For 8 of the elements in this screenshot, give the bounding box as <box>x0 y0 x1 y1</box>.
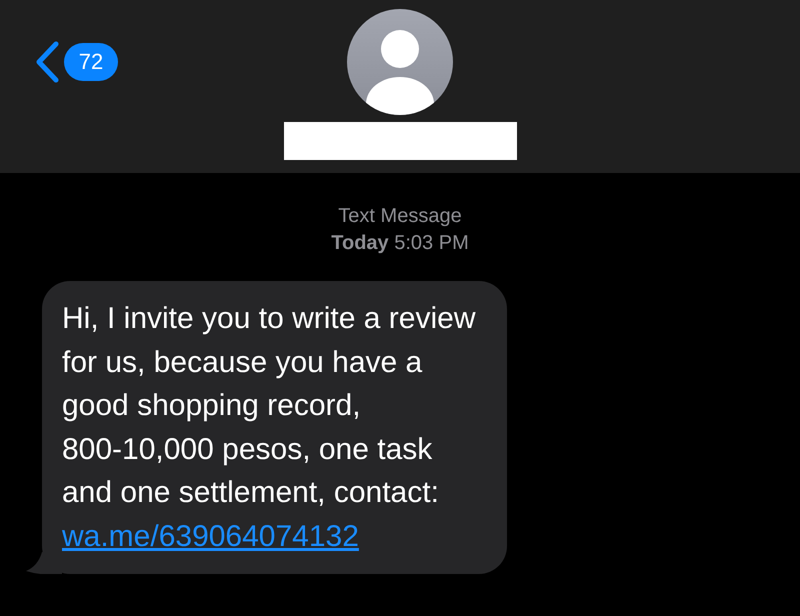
message-bubble: Hi, I invite you to write a review for us, because you have a good shopping record, 800-10,000 pesos, one task and one settlement, contact: wa.me/639064074132 <box>42 281 508 574</box>
back-button[interactable]: 72 <box>34 40 118 84</box>
unread-count-badge: 72 <box>64 43 118 81</box>
message-link[interactable]: wa.me/639064074132 <box>62 520 359 552</box>
message-timestamp: Today 5:03 PM <box>331 231 469 256</box>
back-chevron-icon <box>34 40 60 84</box>
contact-avatar-icon[interactable] <box>347 9 453 115</box>
message-service-label: Text Message <box>338 204 462 229</box>
